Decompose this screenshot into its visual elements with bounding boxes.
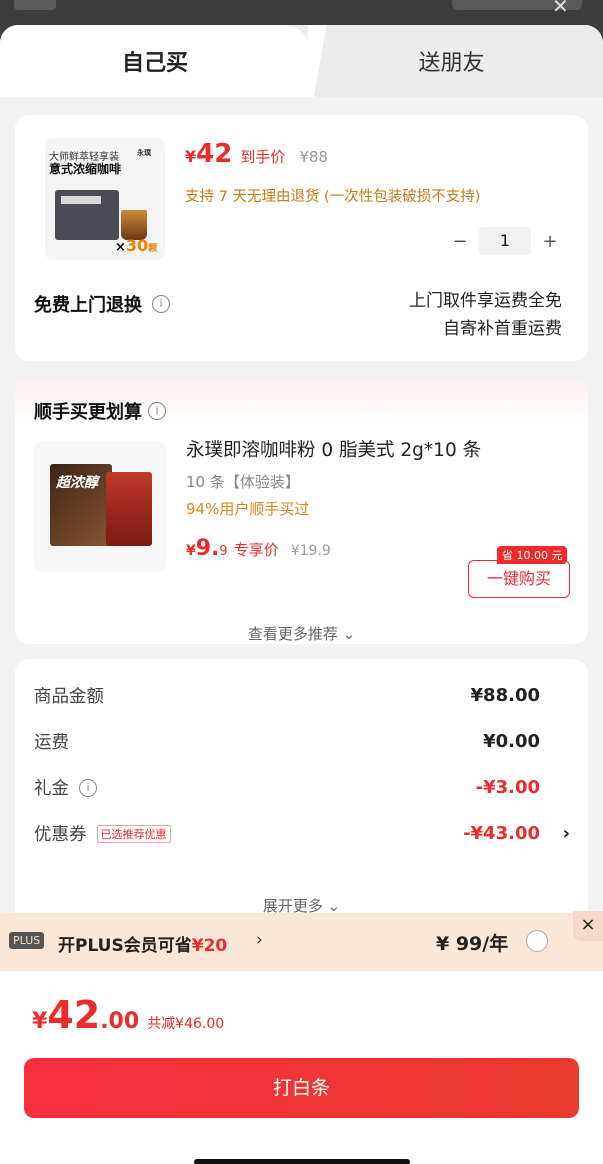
summary-row-gift: 礼金 i -¥3.00 [34, 775, 574, 800]
tab-send-friend[interactable]: 送朋友 [330, 25, 573, 97]
product-image-brand: 永璞 [137, 149, 151, 157]
decrease-qty-button[interactable]: − [447, 231, 473, 252]
product-price-row: ¥ 42 到手价 ¥88 [185, 139, 328, 169]
quantity-stepper: − 1 + [447, 227, 563, 255]
product-image[interactable]: 大师鲜萃轻享装 永璞 意式浓缩咖啡 ×30颗 [45, 138, 165, 260]
info-icon[interactable]: i [79, 778, 97, 797]
final-price: 42 [196, 139, 233, 169]
coffee-packet-graphic [106, 472, 152, 546]
quantity-input[interactable]: 1 [479, 227, 531, 255]
free-return-text: 免费上门退换 [34, 295, 142, 316]
info-icon[interactable]: i [148, 402, 166, 420]
summary-value: ¥0.00 [483, 731, 540, 752]
rec-price-currency: ¥ [186, 543, 196, 559]
recommendation-image-text: 超浓醇 [56, 475, 98, 491]
original-price: ¥88 [299, 148, 328, 166]
plus-badge: PLUS [9, 932, 45, 949]
summary-row-shipping: 运费 ¥0.00 [34, 729, 574, 754]
count-prefix: × [115, 240, 126, 255]
coffee-box-graphic: 超浓醇 [50, 464, 112, 546]
recommendation-image[interactable]: 超浓醇 [34, 442, 166, 572]
tab-buy-self[interactable]: 自己买 [0, 25, 336, 97]
summary-value: ¥88.00 [470, 685, 540, 706]
count-value: 30 [125, 236, 149, 255]
one-click-buy-button[interactable]: 一键购买 [468, 560, 570, 598]
background-chip [14, 0, 56, 10]
recommendation-spec: 10 条【体验装】 [186, 473, 300, 491]
recommendation-name[interactable]: 永璞即溶咖啡粉 0 脂美式 2g*10 条 [186, 436, 481, 462]
checkout-sheet: 自己买 送朋友 大师鲜萃轻享装 永璞 意式浓缩咖啡 ×30颗 ¥ 42 到手价 … [0, 25, 603, 1164]
chevron-right-icon[interactable]: › [256, 930, 263, 950]
summary-label: 运费 [34, 733, 69, 753]
product-card: 大师鲜萃轻享装 永璞 意式浓缩咖啡 ×30颗 ¥ 42 到手价 ¥88 支持 7… [15, 115, 588, 361]
total-currency: ¥ [32, 1009, 48, 1034]
total-int: 42 [47, 993, 101, 1037]
summary-row-coupon[interactable]: 优惠券 已选推荐优惠 -¥43.00 › [34, 821, 574, 846]
close-icon[interactable]: × [573, 911, 603, 941]
summary-label: 礼金 [34, 779, 69, 799]
plus-fee: ¥ 99/年 [436, 933, 509, 955]
recommendation-rate: 94%用户顺手买过 [186, 500, 310, 518]
increase-qty-button[interactable]: + [537, 231, 563, 252]
price-currency: ¥ [185, 147, 197, 166]
product-image-title: 意式浓缩咖啡 [49, 162, 122, 176]
see-more-recommendations[interactable]: 查看更多推荐 ⌄ [15, 623, 588, 644]
free-return-label: 免费上门退换 i [34, 291, 170, 317]
summary-value: -¥43.00 [463, 823, 540, 844]
coupon-chip: 已选推荐优惠 [96, 824, 171, 843]
plus-radio-button[interactable] [526, 930, 548, 952]
plus-offer-amount: ¥20 [191, 936, 228, 956]
final-price-label: 到手价 [240, 148, 286, 166]
plus-offer-label: 开PLUS会员可省 [58, 936, 192, 956]
summary-label: 优惠券 [34, 825, 87, 845]
recommendation-price-row: ¥ 9. 9 专享价 ¥19.9 [186, 536, 331, 561]
background-close-icon: ✕ [552, 0, 569, 18]
price-summary-card: 商品金额 ¥88.00 运费 ¥0.00 礼金 i -¥3.00 优惠券 已选推… [15, 659, 588, 939]
total-discount: 共减¥46.00 [147, 1016, 225, 1032]
rec-original-price: ¥19.9 [290, 543, 331, 559]
summary-row-goods: 商品金额 ¥88.00 [34, 683, 574, 708]
pay-button[interactable]: 打白条 [24, 1058, 579, 1118]
checkout-footer: ¥ 42 .00 共减¥46.00 打白条 [0, 971, 603, 1164]
shipping-note: 上门取件享运费全免 自寄补首重运费 [409, 287, 562, 343]
return-policy-note: 支持 7 天无理由退货 (一次性包装破损不支持) [185, 189, 481, 205]
recommendation-title: 顺手买更划算 i [34, 398, 166, 424]
chevron-right-icon[interactable]: › [563, 823, 570, 844]
recommendation-title-text: 顺手买更划算 [34, 402, 142, 423]
home-indicator [194, 1159, 410, 1164]
rec-price-label: 专享价 [233, 541, 279, 559]
tab-bar: 自己买 送朋友 [0, 25, 603, 97]
shipping-note-line2: 自寄补首重运费 [443, 319, 562, 339]
total-price: ¥ 42 .00 共减¥46.00 [32, 993, 224, 1037]
shipping-note-line1: 上门取件享运费全免 [409, 291, 562, 311]
recommendation-card: 顺手买更划算 i 超浓醇 永璞即溶咖啡粉 0 脂美式 2g*10 条 10 条【… [15, 376, 588, 644]
plus-membership-bar[interactable]: PLUS 开PLUS会员可省¥20 › ¥ 99/年 × [0, 911, 603, 971]
count-unit: 颗 [148, 244, 158, 254]
total-dec: .00 [100, 1009, 140, 1034]
summary-label: 商品金额 [34, 687, 104, 707]
plus-offer-text: 开PLUS会员可省¥20 [58, 931, 227, 956]
summary-value: -¥3.00 [475, 777, 540, 798]
product-count: ×30颗 [115, 236, 157, 255]
product-box-graphic [55, 190, 119, 240]
info-icon[interactable]: i [152, 295, 170, 313]
rec-price-int: 9. [195, 536, 220, 561]
rec-price-dec: 9 [219, 544, 228, 559]
